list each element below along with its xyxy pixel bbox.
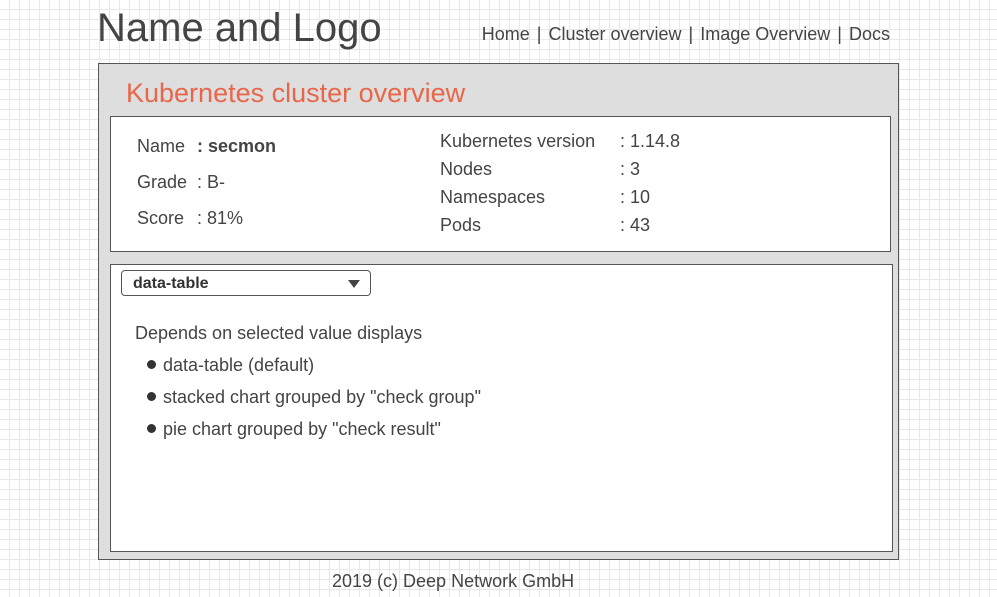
nav-separator: |	[837, 24, 842, 44]
list-item: data-table (default)	[147, 354, 314, 376]
info-k8s-version-label: Kubernetes version	[440, 131, 596, 151]
bullet-icon	[147, 360, 156, 369]
nav-home-link[interactable]: Home	[482, 24, 530, 44]
nav-cluster-overview-link[interactable]: Cluster overview	[548, 24, 681, 44]
cluster-info-box: Name : secmon Grade : B- Score : 81% Kub…	[110, 116, 891, 252]
bullet-icon	[147, 392, 156, 401]
list-item-text: stacked chart grouped by "check group"	[163, 387, 481, 407]
top-nav: Home | Cluster overview | Image Overview…	[482, 23, 890, 45]
cluster-overview-panel: Kubernetes cluster overview Name : secmo…	[98, 63, 899, 560]
nav-separator: |	[688, 24, 694, 44]
view-select-dropdown[interactable]: data-table	[121, 270, 371, 296]
page-title: Kubernetes cluster overview	[126, 78, 466, 108]
info-name-value: : secmon	[197, 136, 277, 156]
view-description: Depends on selected value displays	[135, 323, 423, 343]
info-score-value: : 81%	[197, 208, 244, 228]
list-item: pie chart grouped by "check result"	[147, 418, 441, 440]
list-item: stacked chart grouped by "check group"	[147, 386, 481, 408]
nav-docs-link[interactable]: Docs	[849, 24, 890, 44]
nav-image-overview-link[interactable]: Image Overview	[700, 24, 830, 44]
info-pods-label: Pods	[440, 215, 482, 235]
view-content-box: data-table Depends on selected value dis…	[110, 264, 893, 552]
info-score-label: Score	[137, 208, 185, 228]
footer-copyright: 2019 (c) Deep Network GmbH	[332, 571, 575, 591]
info-nodes-label: Nodes	[440, 159, 493, 179]
info-namespaces-label: Namespaces	[440, 187, 546, 207]
chevron-down-icon	[348, 280, 360, 288]
info-k8s-version-value: : 1.14.8	[620, 131, 681, 151]
bullet-icon	[147, 424, 156, 433]
list-item-text: pie chart grouped by "check result"	[163, 419, 441, 439]
logo: Name and Logo	[97, 6, 382, 50]
nav-separator: |	[536, 24, 542, 44]
view-select-value: data-table	[133, 275, 209, 292]
list-item-text: data-table (default)	[163, 355, 315, 375]
info-nodes-value: : 3	[620, 159, 641, 179]
info-name-label: Name	[137, 136, 186, 156]
info-grade-label: Grade	[137, 172, 188, 192]
info-namespaces-value: : 10	[620, 187, 651, 207]
info-grade-value: : B-	[197, 172, 226, 192]
info-pods-value: : 43	[620, 215, 651, 235]
